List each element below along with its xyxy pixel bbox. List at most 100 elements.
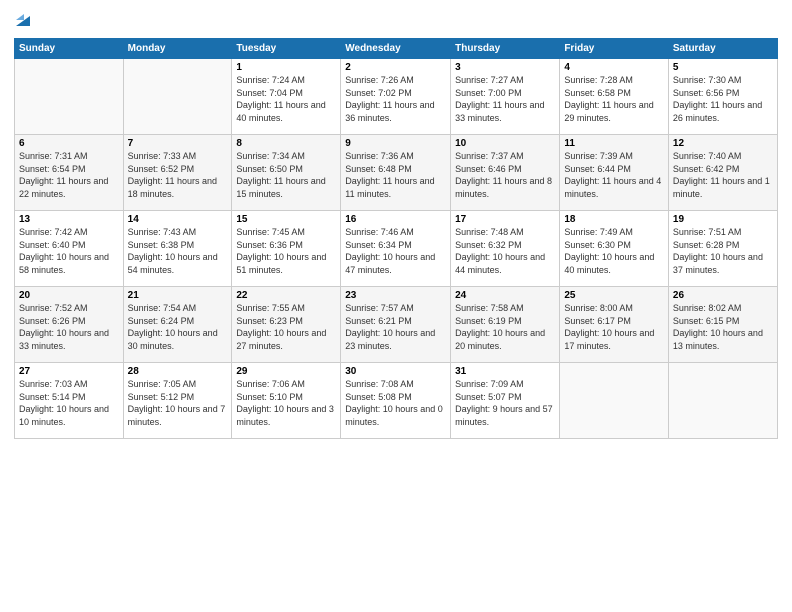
day-info: Sunrise: 7:52 AMSunset: 6:26 PMDaylight:… [19, 302, 119, 352]
calendar-header-thursday: Thursday [451, 39, 560, 59]
day-info: Sunrise: 7:09 AMSunset: 5:07 PMDaylight:… [455, 378, 555, 428]
day-number: 7 [128, 138, 228, 149]
day-number: 21 [128, 290, 228, 301]
day-number: 26 [673, 290, 773, 301]
day-number: 8 [236, 138, 336, 149]
day-info: Sunrise: 7:51 AMSunset: 6:28 PMDaylight:… [673, 226, 773, 276]
day-info: Sunrise: 7:30 AMSunset: 6:56 PMDaylight:… [673, 74, 773, 124]
calendar-row-0: 1Sunrise: 7:24 AMSunset: 7:04 PMDaylight… [15, 59, 778, 135]
calendar-cell: 6Sunrise: 7:31 AMSunset: 6:54 PMDaylight… [15, 135, 124, 211]
day-info: Sunrise: 7:31 AMSunset: 6:54 PMDaylight:… [19, 150, 119, 200]
day-number: 16 [345, 214, 446, 225]
day-info: Sunrise: 7:57 AMSunset: 6:21 PMDaylight:… [345, 302, 446, 352]
day-info: Sunrise: 7:48 AMSunset: 6:32 PMDaylight:… [455, 226, 555, 276]
calendar-cell: 18Sunrise: 7:49 AMSunset: 6:30 PMDayligh… [560, 211, 669, 287]
calendar-cell [668, 363, 777, 439]
calendar-header-sunday: Sunday [15, 39, 124, 59]
day-info: Sunrise: 7:33 AMSunset: 6:52 PMDaylight:… [128, 150, 228, 200]
calendar-cell: 2Sunrise: 7:26 AMSunset: 7:02 PMDaylight… [341, 59, 451, 135]
calendar-cell: 14Sunrise: 7:43 AMSunset: 6:38 PMDayligh… [123, 211, 232, 287]
day-info: Sunrise: 7:45 AMSunset: 6:36 PMDaylight:… [236, 226, 336, 276]
day-info: Sunrise: 7:34 AMSunset: 6:50 PMDaylight:… [236, 150, 336, 200]
calendar-cell: 21Sunrise: 7:54 AMSunset: 6:24 PMDayligh… [123, 287, 232, 363]
day-info: Sunrise: 7:46 AMSunset: 6:34 PMDaylight:… [345, 226, 446, 276]
day-info: Sunrise: 7:27 AMSunset: 7:00 PMDaylight:… [455, 74, 555, 124]
day-number: 9 [345, 138, 446, 149]
day-number: 27 [19, 366, 119, 377]
calendar-header-row: SundayMondayTuesdayWednesdayThursdayFrid… [15, 39, 778, 59]
calendar-cell: 12Sunrise: 7:40 AMSunset: 6:42 PMDayligh… [668, 135, 777, 211]
day-number: 20 [19, 290, 119, 301]
day-number: 4 [564, 62, 664, 73]
calendar-row-2: 13Sunrise: 7:42 AMSunset: 6:40 PMDayligh… [15, 211, 778, 287]
logo [14, 10, 34, 30]
calendar-header-saturday: Saturday [668, 39, 777, 59]
day-number: 6 [19, 138, 119, 149]
calendar-cell: 11Sunrise: 7:39 AMSunset: 6:44 PMDayligh… [560, 135, 669, 211]
day-number: 10 [455, 138, 555, 149]
day-info: Sunrise: 7:39 AMSunset: 6:44 PMDaylight:… [564, 150, 664, 200]
day-info: Sunrise: 7:42 AMSunset: 6:40 PMDaylight:… [19, 226, 119, 276]
day-number: 12 [673, 138, 773, 149]
day-info: Sunrise: 7:37 AMSunset: 6:46 PMDaylight:… [455, 150, 555, 200]
calendar-cell: 16Sunrise: 7:46 AMSunset: 6:34 PMDayligh… [341, 211, 451, 287]
calendar-cell [123, 59, 232, 135]
day-number: 17 [455, 214, 555, 225]
day-number: 30 [345, 366, 446, 377]
calendar-cell: 13Sunrise: 7:42 AMSunset: 6:40 PMDayligh… [15, 211, 124, 287]
calendar-cell: 22Sunrise: 7:55 AMSunset: 6:23 PMDayligh… [232, 287, 341, 363]
day-number: 14 [128, 214, 228, 225]
calendar-row-4: 27Sunrise: 7:03 AMSunset: 5:14 PMDayligh… [15, 363, 778, 439]
day-number: 24 [455, 290, 555, 301]
day-info: Sunrise: 7:43 AMSunset: 6:38 PMDaylight:… [128, 226, 228, 276]
calendar-cell: 27Sunrise: 7:03 AMSunset: 5:14 PMDayligh… [15, 363, 124, 439]
calendar-cell: 29Sunrise: 7:06 AMSunset: 5:10 PMDayligh… [232, 363, 341, 439]
day-number: 28 [128, 366, 228, 377]
calendar-cell: 24Sunrise: 7:58 AMSunset: 6:19 PMDayligh… [451, 287, 560, 363]
calendar-cell: 31Sunrise: 7:09 AMSunset: 5:07 PMDayligh… [451, 363, 560, 439]
calendar-row-3: 20Sunrise: 7:52 AMSunset: 6:26 PMDayligh… [15, 287, 778, 363]
calendar-table: SundayMondayTuesdayWednesdayThursdayFrid… [14, 38, 778, 439]
day-number: 18 [564, 214, 664, 225]
calendar-header-wednesday: Wednesday [341, 39, 451, 59]
day-number: 2 [345, 62, 446, 73]
day-info: Sunrise: 7:08 AMSunset: 5:08 PMDaylight:… [345, 378, 446, 428]
header [14, 10, 778, 30]
day-number: 23 [345, 290, 446, 301]
calendar-header-tuesday: Tuesday [232, 39, 341, 59]
calendar-cell: 15Sunrise: 7:45 AMSunset: 6:36 PMDayligh… [232, 211, 341, 287]
day-number: 25 [564, 290, 664, 301]
calendar-cell: 4Sunrise: 7:28 AMSunset: 6:58 PMDaylight… [560, 59, 669, 135]
day-info: Sunrise: 7:28 AMSunset: 6:58 PMDaylight:… [564, 74, 664, 124]
calendar-row-1: 6Sunrise: 7:31 AMSunset: 6:54 PMDaylight… [15, 135, 778, 211]
calendar-cell: 26Sunrise: 8:02 AMSunset: 6:15 PMDayligh… [668, 287, 777, 363]
day-number: 15 [236, 214, 336, 225]
day-info: Sunrise: 7:58 AMSunset: 6:19 PMDaylight:… [455, 302, 555, 352]
day-number: 13 [19, 214, 119, 225]
calendar-cell: 19Sunrise: 7:51 AMSunset: 6:28 PMDayligh… [668, 211, 777, 287]
calendar-cell: 23Sunrise: 7:57 AMSunset: 6:21 PMDayligh… [341, 287, 451, 363]
calendar-cell: 1Sunrise: 7:24 AMSunset: 7:04 PMDaylight… [232, 59, 341, 135]
day-info: Sunrise: 8:00 AMSunset: 6:17 PMDaylight:… [564, 302, 664, 352]
day-info: Sunrise: 7:06 AMSunset: 5:10 PMDaylight:… [236, 378, 336, 428]
day-info: Sunrise: 7:54 AMSunset: 6:24 PMDaylight:… [128, 302, 228, 352]
calendar-cell: 8Sunrise: 7:34 AMSunset: 6:50 PMDaylight… [232, 135, 341, 211]
day-info: Sunrise: 7:36 AMSunset: 6:48 PMDaylight:… [345, 150, 446, 200]
day-number: 31 [455, 366, 555, 377]
day-number: 29 [236, 366, 336, 377]
day-info: Sunrise: 7:05 AMSunset: 5:12 PMDaylight:… [128, 378, 228, 428]
day-number: 11 [564, 138, 664, 149]
calendar-cell: 28Sunrise: 7:05 AMSunset: 5:12 PMDayligh… [123, 363, 232, 439]
calendar-cell: 10Sunrise: 7:37 AMSunset: 6:46 PMDayligh… [451, 135, 560, 211]
day-info: Sunrise: 7:40 AMSunset: 6:42 PMDaylight:… [673, 150, 773, 200]
calendar-header-friday: Friday [560, 39, 669, 59]
day-number: 19 [673, 214, 773, 225]
day-info: Sunrise: 7:26 AMSunset: 7:02 PMDaylight:… [345, 74, 446, 124]
day-info: Sunrise: 7:24 AMSunset: 7:04 PMDaylight:… [236, 74, 336, 124]
day-info: Sunrise: 7:55 AMSunset: 6:23 PMDaylight:… [236, 302, 336, 352]
day-number: 22 [236, 290, 336, 301]
calendar-cell: 9Sunrise: 7:36 AMSunset: 6:48 PMDaylight… [341, 135, 451, 211]
day-number: 3 [455, 62, 555, 73]
calendar-page: SundayMondayTuesdayWednesdayThursdayFrid… [0, 0, 792, 612]
day-info: Sunrise: 8:02 AMSunset: 6:15 PMDaylight:… [673, 302, 773, 352]
